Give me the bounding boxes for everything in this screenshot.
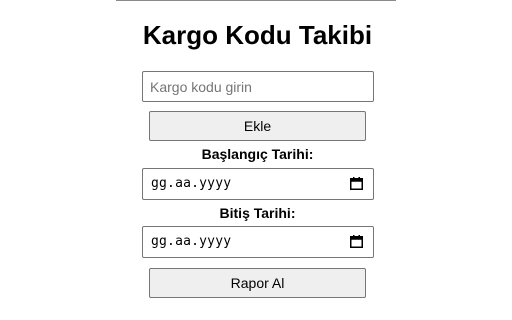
cargo-code-input[interactable] <box>142 71 374 102</box>
start-date-placeholder: gg.aa.yyyy <box>151 176 232 191</box>
page-title: Kargo Kodu Takibi <box>142 20 373 50</box>
start-date-label: Başlangıç Tarihi: <box>201 146 314 162</box>
end-date-placeholder: gg.aa.yyyy <box>151 234 232 249</box>
end-date-input[interactable]: gg.aa.yyyy <box>142 226 374 258</box>
start-date-input[interactable]: gg.aa.yyyy <box>142 168 374 200</box>
top-divider <box>116 0 396 1</box>
calendar-icon[interactable] <box>350 177 363 190</box>
add-button[interactable]: Ekle <box>149 111 366 141</box>
cargo-tracking-form: Kargo Kodu Takibi Ekle Başlangıç Tarihi:… <box>0 0 512 320</box>
calendar-icon[interactable] <box>350 235 363 248</box>
report-button[interactable]: Rapor Al <box>149 268 366 298</box>
end-date-label: Bitiş Tarihi: <box>219 205 296 221</box>
